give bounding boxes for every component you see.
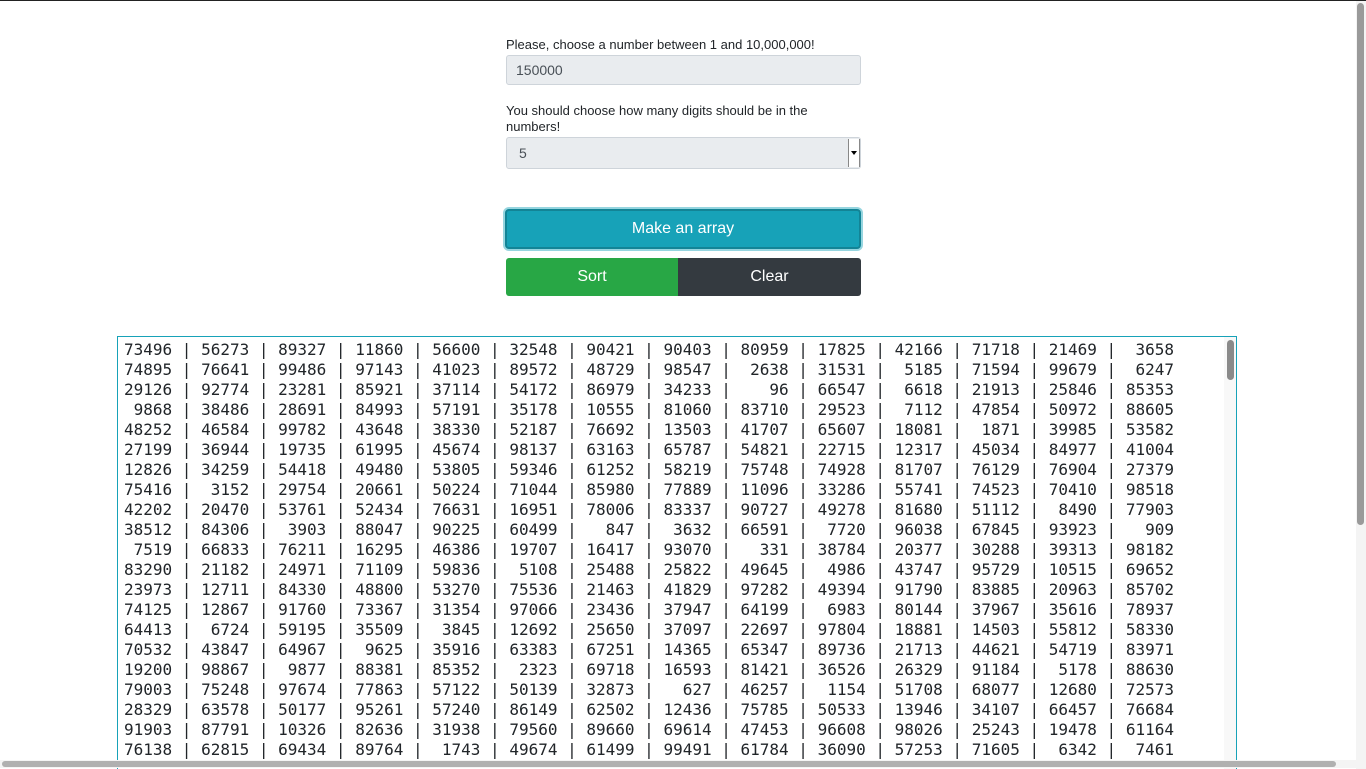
- array-output-textarea[interactable]: 73496 | 56273 | 89327 | 11860 | 56600 | …: [117, 336, 1237, 769]
- make-array-button[interactable]: Make an array: [505, 209, 861, 249]
- digits-label: You should choose how many digits should…: [506, 103, 808, 134]
- array-form: Please, choose a number between 1 and 10…: [506, 37, 861, 169]
- page-horizontal-scrollbar-thumb[interactable]: [2, 761, 1336, 767]
- sort-button[interactable]: Sort: [506, 258, 678, 296]
- digits-select[interactable]: 5: [506, 137, 861, 169]
- page-vertical-scrollbar[interactable]: [1356, 1, 1366, 769]
- action-button-group: Sort Clear: [506, 258, 861, 296]
- output-scrollbar-thumb[interactable]: [1227, 340, 1234, 380]
- page-horizontal-scrollbar[interactable]: [0, 760, 1356, 768]
- number-input[interactable]: 150000: [506, 55, 861, 85]
- number-label: Please, choose a number between 1 and 10…: [506, 37, 815, 52]
- page-vertical-scrollbar-thumb[interactable]: [1357, 3, 1364, 525]
- array-output-text: 73496 | 56273 | 89327 | 11860 | 56600 | …: [124, 340, 1174, 759]
- chevron-down-icon[interactable]: [848, 139, 860, 167]
- output-scrollbar[interactable]: [1224, 337, 1236, 769]
- clear-button[interactable]: Clear: [678, 258, 861, 296]
- digits-select-value: 5: [519, 145, 527, 161]
